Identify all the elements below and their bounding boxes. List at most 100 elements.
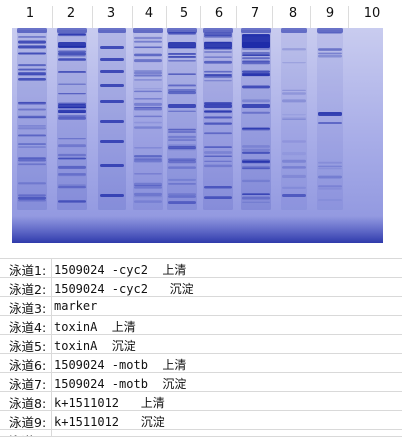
legend-divider <box>51 259 52 277</box>
protein-band <box>282 151 306 156</box>
lane-number-3: 3 <box>106 6 116 21</box>
legend-row-lane-4: 泳道4: toxinA 上清 <box>0 315 402 335</box>
lane-well <box>203 28 233 33</box>
strong-band <box>318 112 342 116</box>
protein-band <box>204 186 232 189</box>
protein-band <box>204 164 232 168</box>
protein-band <box>242 165 270 170</box>
protein-band <box>134 46 162 49</box>
lane-number-2: 2 <box>66 6 76 21</box>
marker-band <box>100 58 124 61</box>
protein-band <box>58 115 86 117</box>
protein-band <box>58 116 86 120</box>
protein-band <box>134 40 162 43</box>
protein-band <box>18 146 46 148</box>
protein-band <box>168 139 196 141</box>
protein-band <box>58 71 86 73</box>
column-divider <box>132 6 133 28</box>
legend-row-lane-3: 泳道3: marker <box>0 296 402 316</box>
protein-band <box>282 99 306 103</box>
protein-band <box>134 155 162 158</box>
sds-page-gel-image <box>12 28 383 243</box>
lane-number-1: 1 <box>25 6 35 21</box>
protein-band <box>18 102 46 105</box>
protein-band <box>282 48 306 51</box>
lane-number-5: 5 <box>179 6 189 21</box>
protein-band <box>318 32 342 34</box>
protein-band <box>58 83 86 85</box>
protein-band <box>134 126 162 129</box>
protein-band <box>58 165 86 169</box>
protein-band <box>58 186 86 189</box>
strong-band <box>58 104 86 108</box>
protein-band <box>204 56 232 58</box>
protein-band <box>168 89 196 92</box>
legend-row-value: 1509024 -cyc2 沉淀 <box>54 282 194 296</box>
protein-band <box>242 52 270 54</box>
protein-band <box>134 107 162 111</box>
protein-band <box>134 147 162 149</box>
protein-band <box>134 158 162 161</box>
protein-band <box>168 32 196 35</box>
protein-band <box>282 166 306 169</box>
protein-band <box>168 195 196 198</box>
marker-band <box>100 120 124 123</box>
strong-band <box>318 122 342 124</box>
protein-band <box>282 62 306 64</box>
legend-row-value: k+1511012 上清 <box>54 396 165 410</box>
protein-band <box>58 138 86 140</box>
protein-band <box>242 47 270 50</box>
legend-row-lane-10-cut: 泳道1 <box>0 429 402 437</box>
protein-band <box>318 161 342 164</box>
legend-row-lane-2: 泳道2: 1509024 -cyc2 沉淀 <box>0 277 402 297</box>
lane-well <box>57 28 87 33</box>
protein-band <box>58 200 86 203</box>
protein-band <box>242 85 270 89</box>
protein-band <box>134 98 162 100</box>
protein-band <box>18 163 46 166</box>
protein-band <box>134 71 162 75</box>
lane-well <box>241 28 271 33</box>
lane-number-10: 10 <box>363 6 381 21</box>
protein-band <box>204 151 232 154</box>
strong-band <box>168 104 196 108</box>
protein-band <box>318 199 342 201</box>
protein-band <box>282 114 306 116</box>
protein-band <box>242 179 270 183</box>
protein-band <box>58 58 86 61</box>
legend-row-lane-6: 泳道6: 1509024 -motb 上清 <box>0 353 402 373</box>
protein-band <box>134 53 162 57</box>
protein-band <box>134 173 162 175</box>
protein-band <box>318 175 342 179</box>
legend-divider <box>51 335 52 353</box>
legend-divider <box>51 373 52 391</box>
column-divider <box>348 6 349 28</box>
protein-band <box>318 185 342 188</box>
strong-band <box>204 104 232 108</box>
legend-divider <box>51 430 52 436</box>
protein-band <box>242 159 270 163</box>
protein-band <box>204 80 232 82</box>
legend-row-value: 1509024 -motb 沉淀 <box>54 377 187 391</box>
column-divider <box>272 6 273 28</box>
lane-well <box>133 28 163 33</box>
protein-band <box>318 165 342 168</box>
protein-band <box>168 136 196 139</box>
strong-band <box>242 104 270 108</box>
strong-band <box>282 194 306 197</box>
protein-band <box>18 134 46 137</box>
protein-band <box>18 36 46 38</box>
protein-band <box>168 201 196 204</box>
marker-band <box>100 164 124 167</box>
protein-band <box>204 32 232 36</box>
protein-band <box>134 182 162 186</box>
lane-well <box>98 28 126 33</box>
protein-band <box>134 121 162 124</box>
lane-number-6: 6 <box>214 6 224 21</box>
protein-band <box>242 151 270 154</box>
protein-band <box>204 160 232 162</box>
protein-band <box>168 183 196 185</box>
legend-row-value: toxinA 沉淀 <box>54 339 136 353</box>
protein-band <box>168 193 196 196</box>
protein-band <box>134 200 162 203</box>
